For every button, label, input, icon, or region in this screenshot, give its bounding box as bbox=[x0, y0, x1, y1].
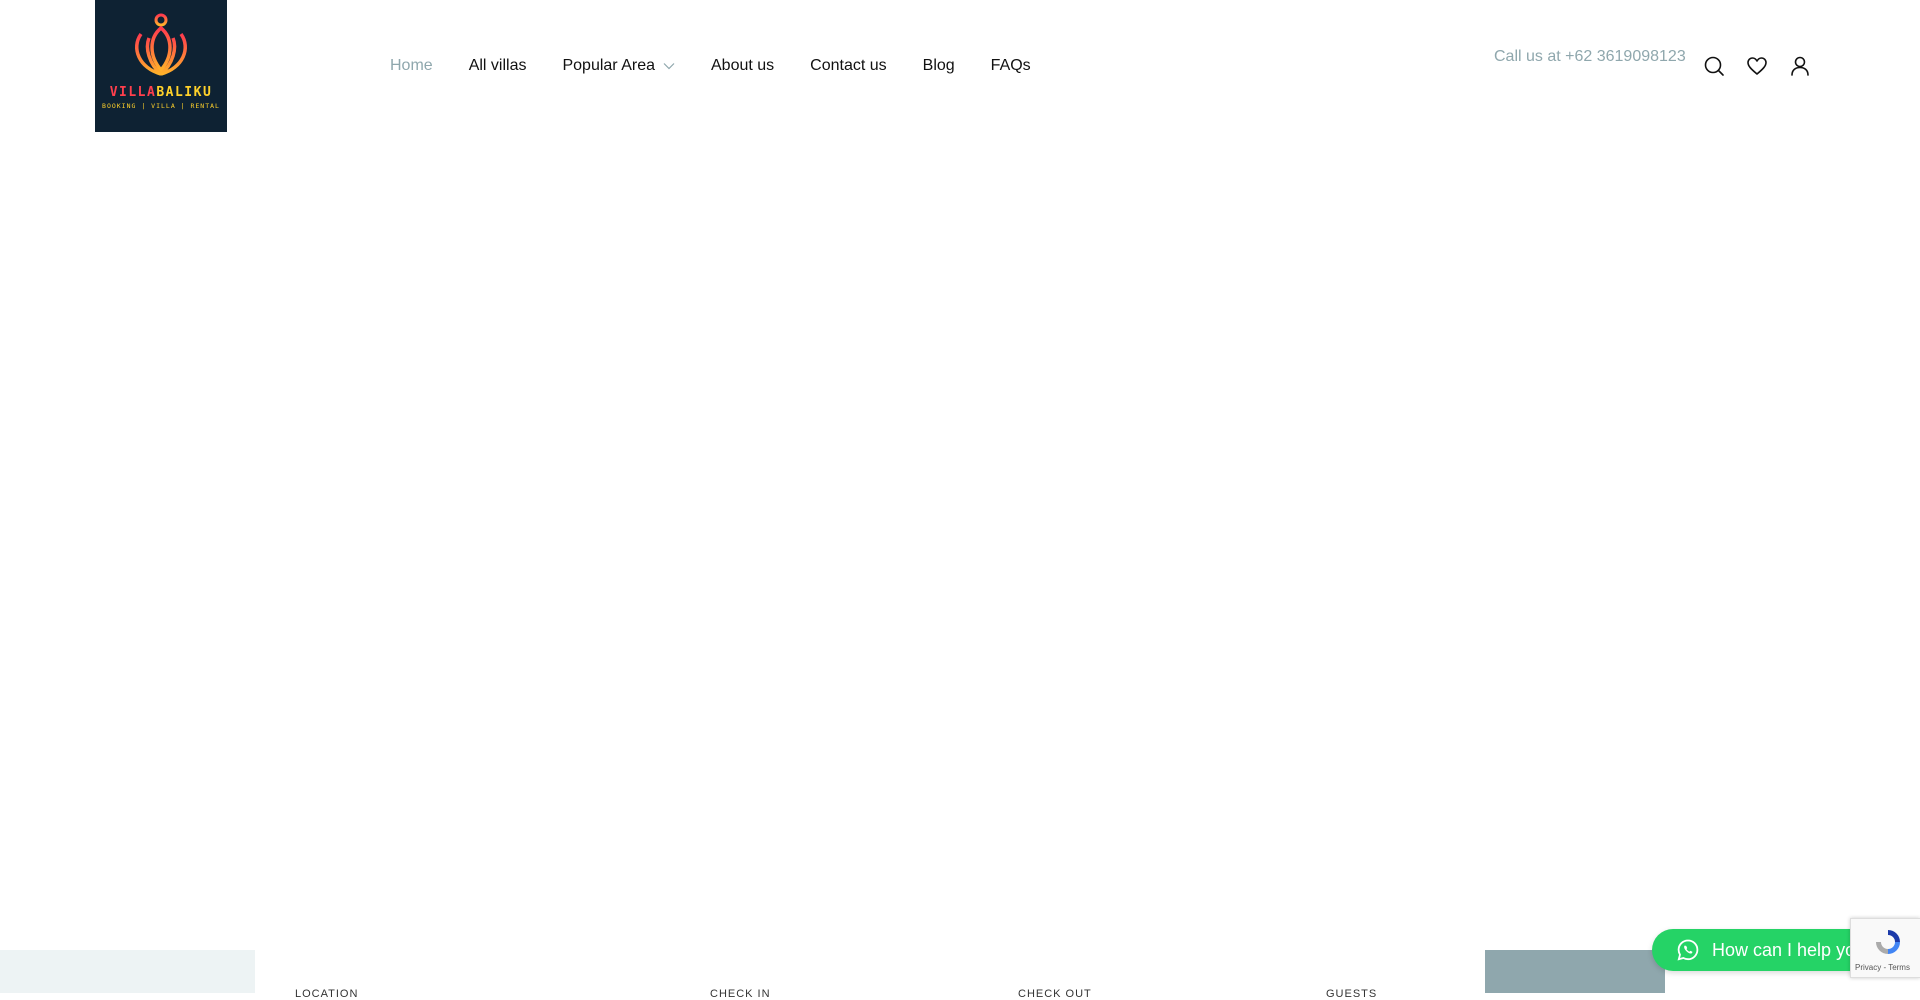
phone-link[interactable]: +62 3619098123 bbox=[1565, 48, 1686, 65]
guests-field-label[interactable]: GUESTS bbox=[1326, 988, 1377, 1000]
user-icon bbox=[1791, 56, 1809, 76]
nav-item-faqs[interactable]: FAQs bbox=[991, 57, 1031, 75]
recaptcha-icon bbox=[1876, 930, 1900, 954]
location-field-label[interactable]: LOCATION bbox=[295, 988, 358, 1000]
check-out-field-label[interactable]: CHECK OUT bbox=[1018, 988, 1092, 1000]
recaptcha-badge[interactable]: Privacy - Terms bbox=[1850, 918, 1920, 978]
nav-item-label: Popular Area bbox=[562, 57, 655, 74]
call-us-text: Call us at +62 3619098123 bbox=[1494, 48, 1686, 66]
account-button[interactable] bbox=[1788, 54, 1812, 78]
nav-item-home[interactable]: Home bbox=[390, 57, 433, 75]
check-in-field-label[interactable]: CHECK IN bbox=[710, 988, 771, 1000]
site-header: VILLABALIKU BOOKING | VILLA | RENTAL Hom… bbox=[0, 0, 1920, 132]
booking-bar-left-panel bbox=[0, 950, 255, 993]
wishlist-button[interactable] bbox=[1745, 54, 1769, 78]
nav-item-about-us[interactable]: About us bbox=[711, 57, 774, 75]
search-button[interactable] bbox=[1702, 54, 1726, 78]
nav-item-popular-area[interactable]: Popular Area bbox=[562, 57, 675, 75]
search-icon bbox=[1704, 56, 1724, 76]
lotus-logo-icon bbox=[135, 13, 187, 76]
chevron-down-icon bbox=[663, 63, 675, 70]
main-nav: Home All villas Popular Area About us Co… bbox=[390, 54, 1067, 78]
nav-item-blog[interactable]: Blog bbox=[923, 57, 955, 75]
site-logo[interactable]: VILLABALIKU BOOKING | VILLA | RENTAL bbox=[95, 0, 227, 132]
recaptcha-links[interactable]: Privacy - Terms bbox=[1855, 963, 1910, 972]
nav-item-contact-us[interactable]: Contact us bbox=[810, 57, 886, 75]
whatsapp-icon bbox=[1677, 939, 1699, 961]
logo-tagline: BOOKING | VILLA | RENTAL bbox=[102, 102, 220, 110]
call-us-prefix: Call us at bbox=[1494, 48, 1566, 65]
booking-search-button[interactable] bbox=[1485, 950, 1665, 993]
logo-wordmark: VILLABALIKU bbox=[109, 85, 213, 100]
heart-icon bbox=[1747, 57, 1767, 75]
booking-bar: LOCATION CHECK IN CHECK OUT GUESTS bbox=[0, 950, 1920, 1000]
nav-item-all-villas[interactable]: All villas bbox=[469, 57, 527, 75]
